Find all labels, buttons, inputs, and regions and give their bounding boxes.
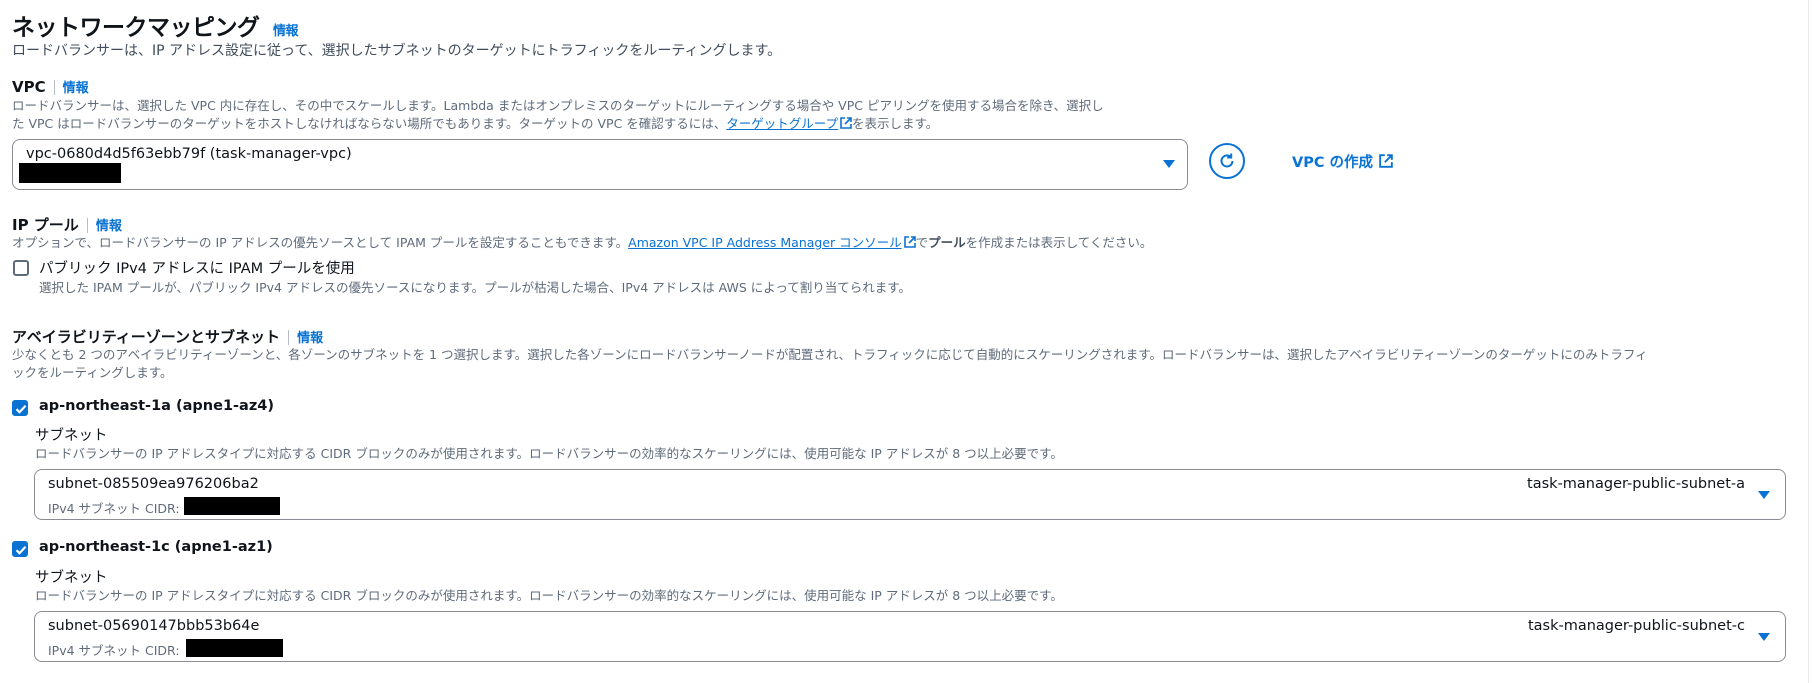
create-vpc-label: VPC の作成 [1292, 155, 1374, 171]
redacted-cidr-1a [184, 497, 280, 515]
vpc-selected-value: vpc-0680d4d5f63ebb79f (task-manager-vpc) [26, 146, 352, 162]
az-description-line2: ックをルーティングします。 [12, 365, 173, 380]
refresh-button[interactable] [1209, 143, 1245, 179]
subnet-select-1a[interactable]: subnet-085509ea976206ba2 IPv4 サブネット CIDR… [34, 469, 1786, 520]
page-title: ネットワークマッピング 情報 [12, 8, 299, 42]
subnet-desc-1c: ロードバランサーの IP アドレスタイプに対応する CIDR ブロックのみが使用… [35, 588, 1063, 603]
external-link-icon [903, 235, 916, 253]
check-icon [15, 545, 27, 555]
vpc-desc-text: た VPC はロードバランサーのターゲットをホストしなければならない場所でもあり… [12, 116, 727, 131]
page-title-text: ネットワークマッピング [12, 15, 260, 41]
external-link-icon [1379, 154, 1393, 172]
divider [53, 80, 55, 95]
az-checkbox-1c[interactable] [12, 541, 28, 557]
ip-pool-desc-text: オプションで、ロードバランサーの IP アドレスの優先ソースとして IPAM プ… [12, 235, 629, 250]
vpc-select[interactable]: vpc-0680d4d5f63ebb79f (task-manager-vpc) [12, 139, 1188, 190]
ipam-pool-checkbox-desc: 選択した IPAM プールが、パブリック IPv4 アドレスの優先ソースになりま… [39, 280, 912, 295]
info-link-az[interactable]: 情報 [297, 331, 323, 346]
az-label: アベイラビリティーゾーンとサブネット [12, 328, 281, 346]
external-link-icon [840, 116, 852, 134]
az-name-1a[interactable]: ap-northeast-1a (apne1-az4) [39, 398, 274, 414]
refresh-icon [1220, 153, 1234, 168]
vpc-description-line2: た VPC はロードバランサーのターゲットをホストしなければならない場所でもあり… [12, 115, 938, 134]
subnet-id-1c: subnet-05690147bbb53b64e [48, 618, 260, 634]
target-group-link[interactable]: ターゲットグループ [726, 116, 838, 131]
subnet-name-1c: task-manager-public-subnet-c [1527, 618, 1745, 634]
section-description: ロードバランサーは、IP アドレス設定に従って、選択したサブネットのターゲットに… [12, 43, 782, 59]
divider [86, 218, 88, 233]
vpc-label: VPC [12, 78, 46, 96]
scrollbar-track[interactable] [1808, 0, 1809, 683]
ip-pool-label: IP プール [12, 216, 79, 234]
az-checkbox-1a[interactable] [12, 400, 28, 416]
az-description-line1: 少なくとも 2 つのアベイラビリティーゾーンと、各ゾーンのサブネットを 1 つ選… [12, 347, 1648, 362]
info-link-ip-pool[interactable]: 情報 [96, 219, 122, 234]
vpc-description-line1: ロードバランサーは、選択した VPC 内に存在し、その中でスケールします。Lam… [12, 98, 1104, 113]
subnet-select-1c[interactable]: subnet-05690147bbb53b64e IPv4 サブネット CIDR… [34, 611, 1786, 662]
az-heading: アベイラビリティーゾーンとサブネット 情報 [12, 326, 323, 347]
cidr-label-1a: IPv4 サブネット CIDR: [48, 501, 180, 516]
caret-down-icon [1758, 491, 1770, 499]
ipam-pool-checkbox-label[interactable]: パブリック IPv4 アドレスに IPAM プールを使用 [39, 257, 355, 278]
subnet-name-1a: task-manager-public-subnet-a [1527, 476, 1745, 492]
redacted-cidr-1c [186, 639, 283, 657]
ip-pool-heading: IP プール 情報 [12, 214, 122, 235]
ip-pool-desc-bold: プール [928, 235, 966, 250]
subnet-id-1a: subnet-085509ea976206ba2 [48, 476, 259, 492]
info-link-network[interactable]: 情報 [273, 24, 299, 39]
az-name-1c[interactable]: ap-northeast-1c (apne1-az1) [39, 539, 273, 555]
vpc-heading: VPC 情報 [12, 77, 89, 96]
ipam-console-link[interactable]: Amazon VPC IP Address Manager コンソール [628, 235, 902, 250]
subnet-desc-1a: ロードバランサーの IP アドレスタイプに対応する CIDR ブロックのみが使用… [35, 446, 1063, 461]
cidr-label-1c: IPv4 サブネット CIDR: [48, 643, 180, 658]
vpc-desc-text-end: を表示します。 [852, 116, 939, 131]
caret-down-icon [1758, 633, 1770, 641]
divider [288, 330, 290, 345]
redacted-block [19, 163, 121, 183]
subnet-label-1a: サブネット [35, 428, 108, 444]
subnet-label-1c: サブネット [35, 570, 108, 586]
ip-pool-desc-mid: で [915, 235, 929, 250]
info-link-vpc[interactable]: 情報 [63, 81, 89, 96]
check-icon [15, 404, 27, 414]
ip-pool-description: オプションで、ロードバランサーの IP アドレスの優先ソースとして IPAM プ… [12, 234, 1152, 253]
ipam-pool-checkbox[interactable] [13, 260, 29, 276]
ip-pool-desc-end: を作成または表示してください。 [965, 235, 1153, 250]
create-vpc-link[interactable]: VPC の作成 [1292, 151, 1393, 172]
caret-down-icon [1163, 160, 1175, 168]
